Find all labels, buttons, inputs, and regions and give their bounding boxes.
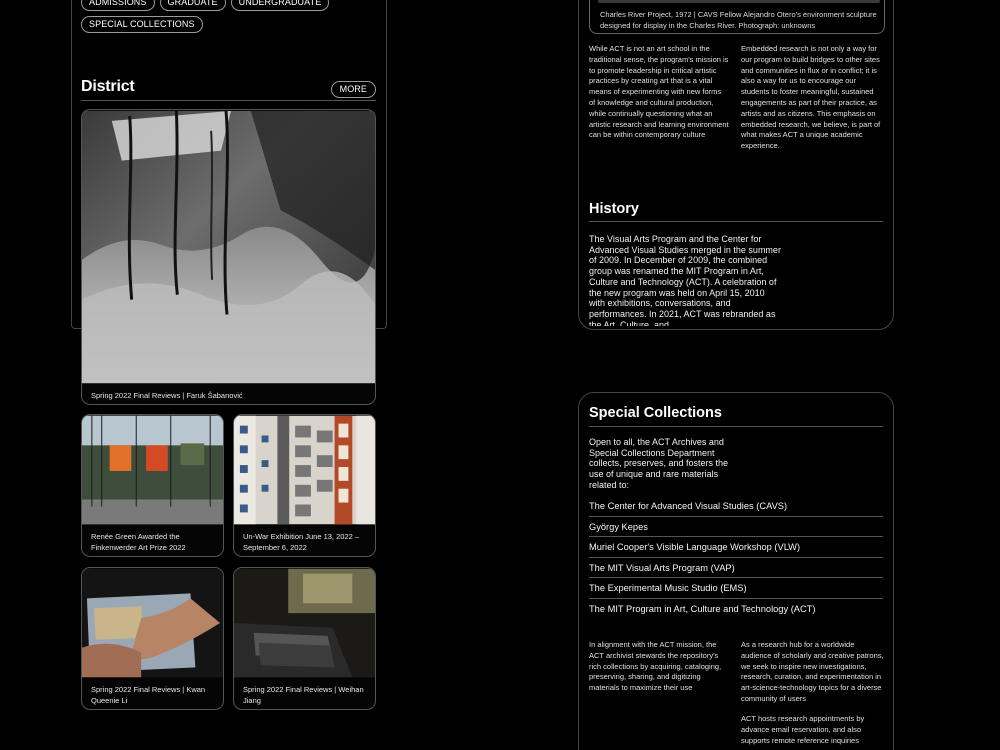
district-card-kwan-queenie-li[interactable]: Spring 2022 Final Reviews | Kwan Queenie… — [81, 567, 224, 710]
tag-undergraduate[interactable]: UNDERGRADUATE — [230, 0, 330, 11]
history-title: History — [589, 201, 639, 217]
card-caption: Spring 2022 Final Reviews | Kwan Queenie… — [91, 685, 206, 705]
archivist-text: In alignment with the ACT mission, the A… — [589, 640, 722, 693]
image-bottom-edge — [598, 0, 880, 3]
district-more-button[interactable]: MORE — [330, 81, 376, 98]
image-caption: Charles River Project, 1972 | CAVS Fello… — [600, 10, 877, 30]
tag-special-collections[interactable]: SPECIAL COLLECTIONS — [81, 16, 203, 33]
card-caption: Renée Green Awarded the Finkenwerder Art… — [91, 532, 186, 552]
green-prize-photo — [82, 415, 223, 525]
collection-link[interactable]: The MIT Visual Arts Program (VAP) — [589, 558, 883, 579]
research-hub-text: As a research hub for a worldwide audien… — [741, 640, 884, 703]
collections-list: The Center for Advanced Visual Studies (… — [589, 496, 883, 620]
divider — [589, 221, 883, 222]
divider — [589, 426, 883, 427]
un-war-photo — [234, 415, 375, 525]
feature-caption: Spring 2022 Final Reviews | Faruk Šabano… — [91, 391, 243, 400]
district-card-un-war[interactable]: Un-War Exhibition June 13, 2022 – Septem… — [233, 414, 376, 557]
kwan-photo — [82, 568, 223, 678]
feature-photo — [82, 110, 375, 384]
collection-link[interactable]: The Experimental Music Studio (EMS) — [589, 578, 883, 599]
program-tags: ADMISSIONS GRADUATE UNDERGRADUATE SPECIA… — [81, 0, 381, 38]
history-text-clip: The Visual Arts Program and the Center f… — [589, 234, 789, 326]
image-caption-box: Charles River Project, 1972 | CAVS Fello… — [589, 0, 885, 34]
collection-link[interactable]: Muriel Cooper's Visible Language Worksho… — [589, 537, 883, 558]
collection-link[interactable]: The Center for Advanced Visual Studies (… — [589, 496, 883, 517]
collection-link[interactable]: The MIT Program in Art, Culture and Tech… — [589, 599, 883, 620]
district-title: District — [81, 78, 135, 95]
about-mission-text: While ACT is not an art school in the tr… — [589, 44, 729, 140]
card-caption: Spring 2022 Final Reviews | Weihan Jiang — [243, 685, 364, 705]
district-card-green-prize[interactable]: Renée Green Awarded the Finkenwerder Art… — [81, 414, 224, 557]
history-text: The Visual Arts Program and the Center f… — [589, 234, 781, 326]
about-research-text: Embedded research is not only a way for … — [741, 44, 881, 151]
district-header: District MORE — [81, 78, 376, 101]
card-caption: Un-War Exhibition June 13, 2022 – Septem… — [243, 532, 360, 552]
tag-graduate[interactable]: GRADUATE — [159, 0, 226, 11]
district-card-weihan-jiang[interactable]: Spring 2022 Final Reviews | Weihan Jiang — [233, 567, 376, 710]
district-feature-card[interactable]: Spring 2022 Final Reviews | Faruk Šabano… — [81, 109, 376, 405]
weihan-photo — [234, 568, 375, 678]
tag-admissions[interactable]: ADMISSIONS — [81, 0, 155, 11]
collection-link[interactable]: György Kepes — [589, 517, 883, 538]
special-collections-intro: Open to all, the ACT Archives and Specia… — [589, 437, 729, 490]
appointments-text: ACT hosts research appointments by advan… — [741, 714, 865, 745]
special-collections-title: Special Collections — [589, 405, 722, 421]
